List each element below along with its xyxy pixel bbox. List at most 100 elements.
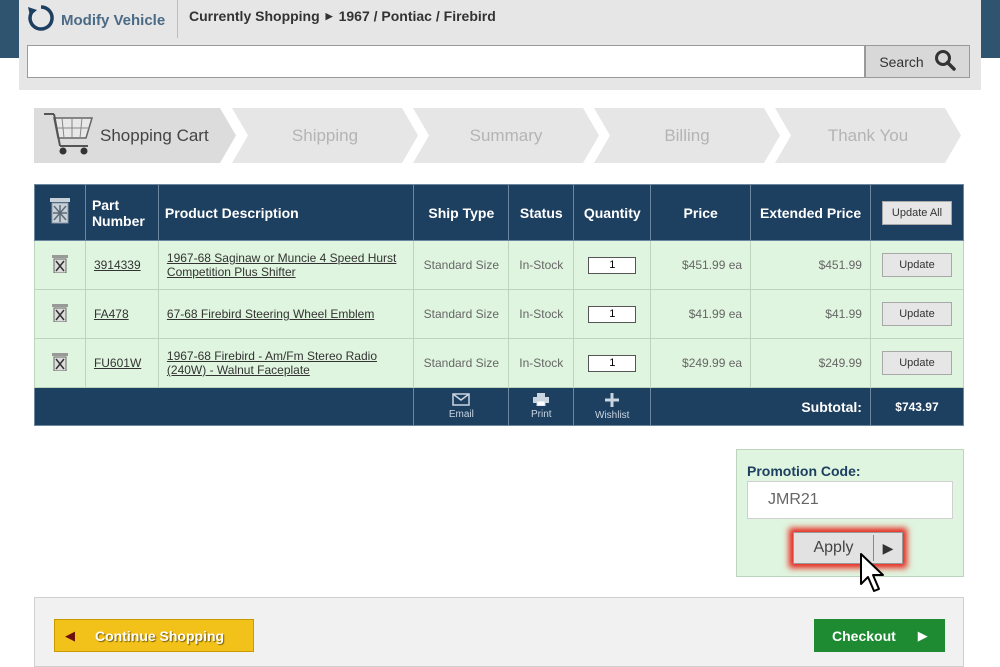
step-summary: Summary [413,108,599,163]
step-label: Billing [664,125,710,145]
header-part-number: Part Number [84,184,159,241]
remove-item-button[interactable] [34,240,86,290]
step-thank-you: Thank You [775,108,961,163]
promotion-code-box: Promotion Code: Apply ▶ [736,449,964,577]
price-value: $41.99 [688,307,726,321]
email-button[interactable]: Email [422,393,500,420]
email-label: Email [448,409,474,420]
vehicle-label[interactable]: 1967 / Pontiac / Firebird [339,8,496,24]
price-unit: ea [728,307,743,321]
continue-shopping-button[interactable]: ◀ Continue Shopping [54,619,254,652]
breadcrumb-arrow-icon: ▶ [325,10,333,21]
search-icon [934,49,956,74]
ship-type: Standard Size [413,240,510,290]
price: $41.99 ea [650,289,752,339]
table-header-row: Part Number Product Description Ship Typ… [34,184,965,241]
trash-icon [49,198,71,228]
status: In-Stock [508,338,575,388]
checkout-button[interactable]: Checkout ▶ [814,619,945,652]
table-footer-row: Email Print Wishlist Subtotal: $743.97 [33,387,965,426]
table-row: FA478 67-68 Firebird Steering Wheel Embl… [34,289,965,339]
table-row: 3914339 1967-68 Saginaw or Muncie 4 Spee… [34,240,965,290]
shopping-cart-icon [42,110,94,161]
header-extended-price: Extended Price [750,184,871,241]
breadcrumb: Currently Shopping ▶ 1967 / Pontiac / Fi… [189,8,496,24]
price-unit: ea [728,258,743,272]
top-bar: Modify Vehicle Currently Shopping ▶ 1967… [19,0,981,90]
print-button[interactable]: Print [517,393,565,420]
trash-icon [51,254,68,276]
step-shopping-cart: Shopping Cart [34,108,236,163]
promotion-code-input[interactable] [747,481,953,519]
printer-icon [533,393,550,409]
subtotal-label: Subtotal: [650,387,871,426]
update-all-button[interactable]: Update All [881,200,952,225]
mouse-cursor-icon [859,552,889,599]
subtotal-value: $743.97 [869,387,965,426]
product-description-link[interactable]: 67-68 Firebird Steering Wheel Emblem [167,307,374,321]
price-value: $249.99 [682,356,726,370]
cart-actions-bar: ◀ Continue Shopping Checkout ▶ [34,597,964,667]
extended-price: $451.99 [750,240,871,290]
checkout-label: Checkout [832,627,896,644]
search-button[interactable]: Search [865,45,970,78]
envelope-icon [452,393,471,409]
print-label: Print [531,409,552,420]
plus-icon [605,392,620,410]
part-number-link[interactable]: 3914339 [94,258,141,272]
ship-type: Standard Size [413,289,510,339]
part-number-link[interactable]: FU601W [94,356,141,370]
checkout-steps: Shopping Cart Shipping Summary Billing T… [34,108,964,163]
update-button[interactable]: Update [881,351,952,375]
trash-icon [51,303,68,325]
header-remove [34,184,86,241]
header-description: Product Description [157,184,415,241]
header-price: Price [650,184,752,241]
step-label: Shopping Cart [100,125,209,145]
table-row: FU601W 1967-68 Firebird - Am/Fm Stereo R… [34,338,965,388]
header-actions: Update All [869,184,965,241]
step-label: Thank You [827,125,909,145]
step-label: Summary [469,125,543,145]
search-button-label: Search [879,53,924,70]
status: In-Stock [508,240,575,290]
update-button[interactable]: Update [881,253,952,277]
promotion-code-label: Promotion Code: [747,463,861,479]
ship-type: Standard Size [413,338,510,388]
quantity-input[interactable] [588,256,637,274]
quantity-input[interactable] [588,305,637,323]
continue-shopping-label: Continue Shopping [95,627,225,644]
status: In-Stock [508,289,575,339]
quantity-input[interactable] [588,354,637,372]
header-ship-type: Ship Type [413,184,510,241]
cart-panel: Modify Vehicle Currently Shopping ▶ 1967… [19,0,981,667]
extended-price: $41.99 [750,289,871,339]
extended-price: $249.99 [750,338,871,388]
forward-arrow-icon: ▶ [917,627,928,643]
wishlist-button[interactable]: Wishlist [582,392,642,421]
step-label: Shipping [291,125,359,145]
cart-table: Part Number Product Description Ship Typ… [33,184,965,426]
currently-shopping-label: Currently Shopping [189,8,320,24]
wishlist-label: Wishlist [595,409,630,421]
price-value: $451.99 [682,258,726,272]
remove-item-button[interactable] [34,289,86,339]
header-divider [177,0,178,38]
price: $451.99 ea [650,240,752,290]
step-billing: Billing [594,108,780,163]
back-arrow-icon: ◀ [65,627,75,643]
part-number-link[interactable]: FA478 [94,307,129,321]
update-button[interactable]: Update [881,302,952,326]
footer-spacer [33,387,415,426]
search-input[interactable] [27,45,865,78]
price-unit: ea [728,356,743,370]
step-shipping: Shipping [232,108,418,163]
product-description-link[interactable]: 1967-68 Firebird - Am/Fm Stereo Radio (2… [167,349,377,377]
price: $249.99 ea [650,338,752,388]
modify-vehicle-label: Modify Vehicle [61,11,166,29]
remove-item-button[interactable] [34,338,86,388]
product-description-link[interactable]: 1967-68 Saginaw or Muncie 4 Speed Hurst … [167,251,396,279]
modify-vehicle-link[interactable]: Modify Vehicle [27,2,165,38]
header-status: Status [508,184,575,241]
header-quantity: Quantity [573,184,652,241]
